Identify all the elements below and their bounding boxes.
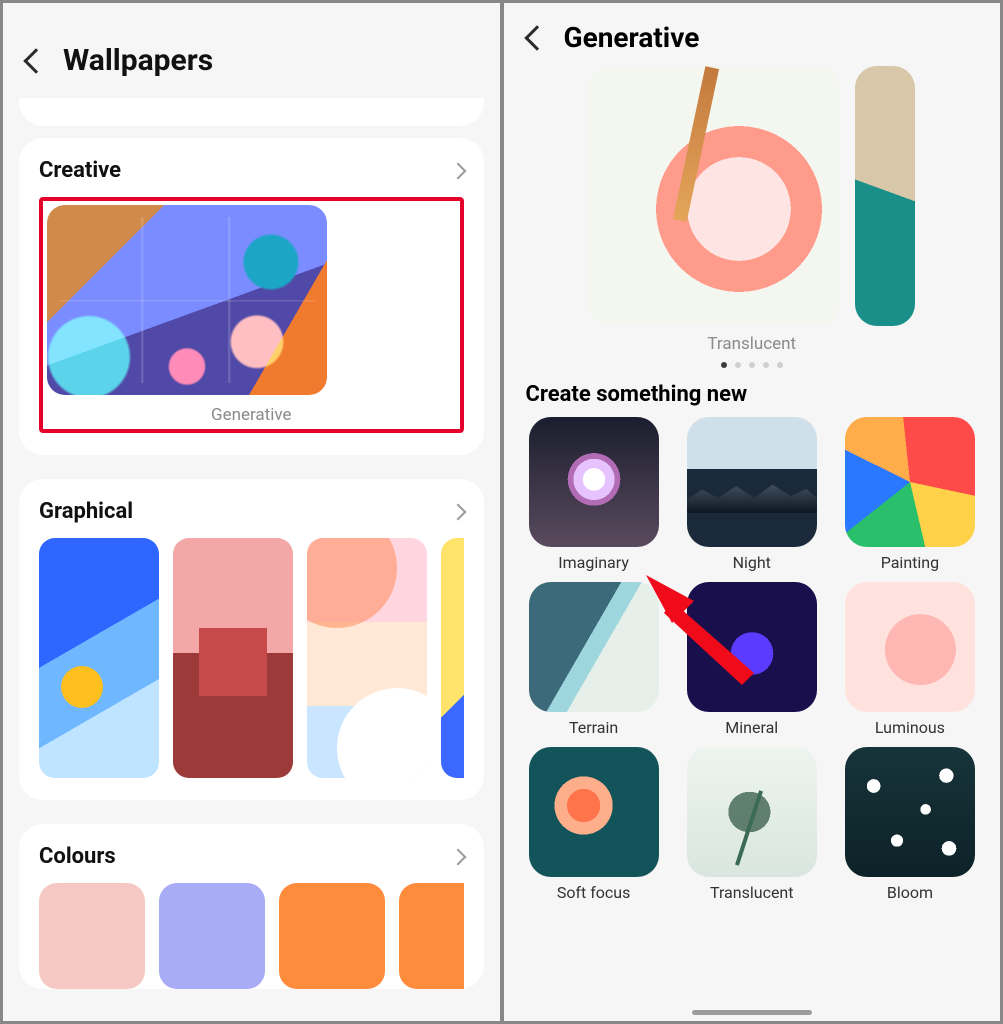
carousel-dot[interactable]: [777, 362, 783, 368]
category-mineral[interactable]: Mineral: [684, 582, 820, 737]
category-label: Night: [733, 553, 771, 572]
chevron-right-icon: [449, 848, 466, 865]
colour-swatch-4[interactable]: [399, 883, 464, 989]
generative-screen: Generative Translucent Create something …: [504, 3, 1001, 1021]
annotation-highlight: Generative: [39, 197, 464, 433]
category-terrain[interactable]: Terrain: [526, 582, 662, 737]
category-luminous[interactable]: Luminous: [842, 582, 978, 737]
graphical-header-row[interactable]: Graphical: [39, 499, 464, 524]
category-thumb: [687, 417, 817, 547]
hero-label: Translucent: [504, 334, 1001, 354]
carousel-dot[interactable]: [763, 362, 769, 368]
category-label: Terrain: [569, 718, 618, 737]
colours-header-row[interactable]: Colours: [39, 844, 464, 869]
creative-section: Creative Generative: [19, 138, 484, 455]
category-thumb: [687, 582, 817, 712]
hero-carousel[interactable]: [504, 62, 1001, 326]
page-title: Wallpapers: [63, 43, 213, 78]
category-painting[interactable]: Painting: [842, 417, 978, 572]
back-icon[interactable]: [23, 48, 48, 73]
previous-section-tail: [19, 98, 484, 126]
category-thumb: [529, 417, 659, 547]
carousel-dot[interactable]: [749, 362, 755, 368]
category-grid: Imaginary Night Painting Terrain Mineral Lumi…: [504, 417, 1001, 902]
graphical-wallpaper-1[interactable]: [39, 538, 159, 778]
creative-heading: Creative: [39, 158, 121, 183]
colour-swatch-2[interactable]: [159, 883, 265, 989]
graphical-wallpaper-3[interactable]: [307, 538, 427, 778]
category-thumb: [687, 747, 817, 877]
hero-next-peek[interactable]: [855, 66, 915, 326]
category-label: Luminous: [875, 718, 945, 737]
category-label: Mineral: [725, 718, 778, 737]
generative-label: Generative: [47, 405, 456, 425]
colours-heading: Colours: [39, 844, 116, 869]
category-thumb: [529, 747, 659, 877]
category-thumb: [845, 747, 975, 877]
chevron-right-icon: [449, 503, 466, 520]
page-title: Generative: [564, 21, 700, 54]
carousel-dot[interactable]: [735, 362, 741, 368]
category-label: Imaginary: [558, 553, 629, 572]
category-thumb: [529, 582, 659, 712]
colour-swatch-1[interactable]: [39, 883, 145, 989]
category-label: Painting: [881, 553, 939, 572]
category-night[interactable]: Night: [684, 417, 820, 572]
graphical-wallpaper-4[interactable]: [441, 538, 464, 778]
colour-swatches: [39, 883, 464, 989]
category-softfocus[interactable]: Soft focus: [526, 747, 662, 902]
header: Wallpapers: [3, 3, 500, 98]
category-translucent[interactable]: Translucent: [684, 747, 820, 902]
carousel-dots: [504, 362, 1001, 368]
carousel-dot[interactable]: [721, 362, 727, 368]
graphical-thumbnails: [39, 538, 464, 778]
category-label: Bloom: [887, 883, 933, 902]
home-indicator[interactable]: [692, 1010, 812, 1015]
category-imaginary[interactable]: Imaginary: [526, 417, 662, 572]
wallpapers-screen: Wallpapers Creative Generative Graphical…: [3, 3, 500, 1021]
category-thumb: [845, 417, 975, 547]
graphical-wallpaper-2[interactable]: [173, 538, 293, 778]
header: Generative: [504, 3, 1001, 62]
category-thumb: [845, 582, 975, 712]
category-bloom[interactable]: Bloom: [842, 747, 978, 902]
back-icon[interactable]: [524, 25, 549, 50]
category-label: Translucent: [710, 883, 794, 902]
generative-tile[interactable]: [47, 205, 327, 395]
graphical-section: Graphical: [19, 479, 484, 800]
category-label: Soft focus: [557, 883, 631, 902]
creative-header-row[interactable]: Creative: [39, 158, 464, 183]
colours-section: Colours: [19, 824, 484, 989]
hero-image[interactable]: [589, 66, 839, 326]
colour-swatch-3[interactable]: [279, 883, 385, 989]
create-heading: Create something new: [504, 382, 1001, 417]
chevron-right-icon: [449, 162, 466, 179]
graphical-heading: Graphical: [39, 499, 133, 524]
